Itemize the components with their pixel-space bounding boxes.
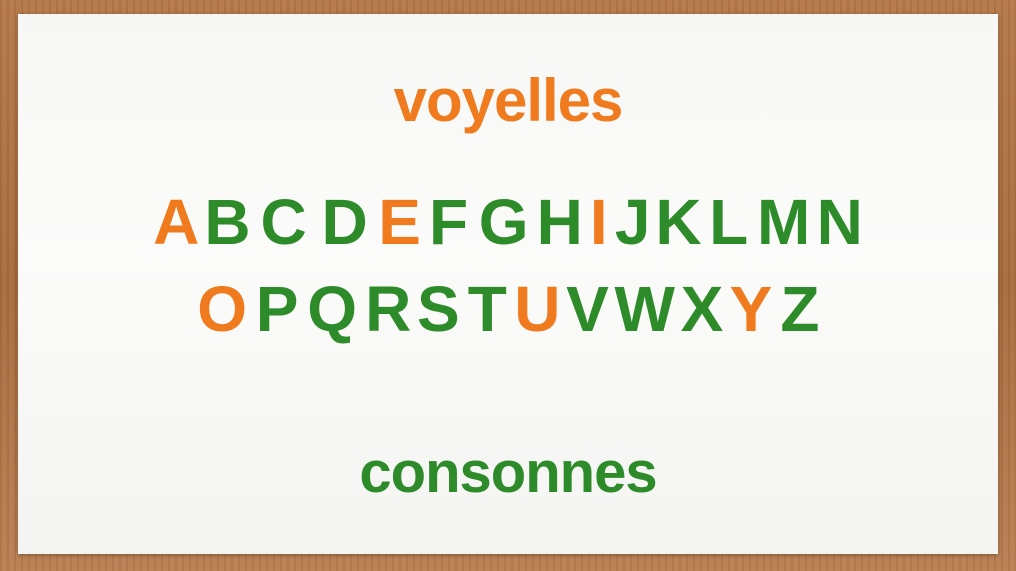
letter-e-vowel: E: [378, 186, 421, 258]
letter-o-vowel: O: [197, 273, 247, 345]
vowels-heading: voyelles: [393, 67, 624, 134]
letter-f-consonant: F: [429, 186, 469, 258]
letter-j-consonant: J: [614, 186, 651, 258]
letter-d-consonant: D: [321, 186, 368, 258]
letter-k-consonant: K: [655, 186, 702, 258]
alphabet-row-2: OPQRSTUVWXYZ: [18, 277, 998, 341]
letter-q-consonant: Q: [307, 273, 357, 345]
letter-g-consonant: G: [478, 186, 529, 258]
paper-sheet: voyelles ABCDEFGHIJKLMN OPQRSTUVWXYZ con…: [18, 14, 998, 554]
letter-y-vowel: Y: [729, 273, 773, 345]
letter-v-consonant: V: [566, 273, 609, 345]
letter-i-vowel: I: [589, 186, 608, 258]
letter-h-consonant: H: [536, 186, 583, 258]
letter-x-consonant: X: [680, 273, 724, 345]
consonants-heading: consonnes: [359, 440, 657, 505]
letter-w-consonant: W: [614, 273, 675, 345]
letter-m-consonant: M: [756, 186, 811, 258]
wooden-board: voyelles ABCDEFGHIJKLMN OPQRSTUVWXYZ con…: [0, 0, 1016, 571]
letter-b-consonant: B: [204, 186, 251, 258]
letter-a-vowel: A: [153, 186, 200, 258]
letter-z-consonant: Z: [780, 273, 820, 345]
letter-s-consonant: S: [416, 273, 460, 345]
letter-n-consonant: N: [816, 186, 863, 258]
letter-c-consonant: C: [260, 186, 307, 258]
letter-l-consonant: L: [709, 186, 749, 258]
letter-t-consonant: T: [467, 273, 507, 345]
letter-p-consonant: P: [255, 273, 299, 345]
alphabet-row-1: ABCDEFGHIJKLMN: [18, 190, 998, 254]
letter-r-consonant: R: [365, 273, 412, 345]
letter-u-vowel: U: [514, 273, 561, 345]
